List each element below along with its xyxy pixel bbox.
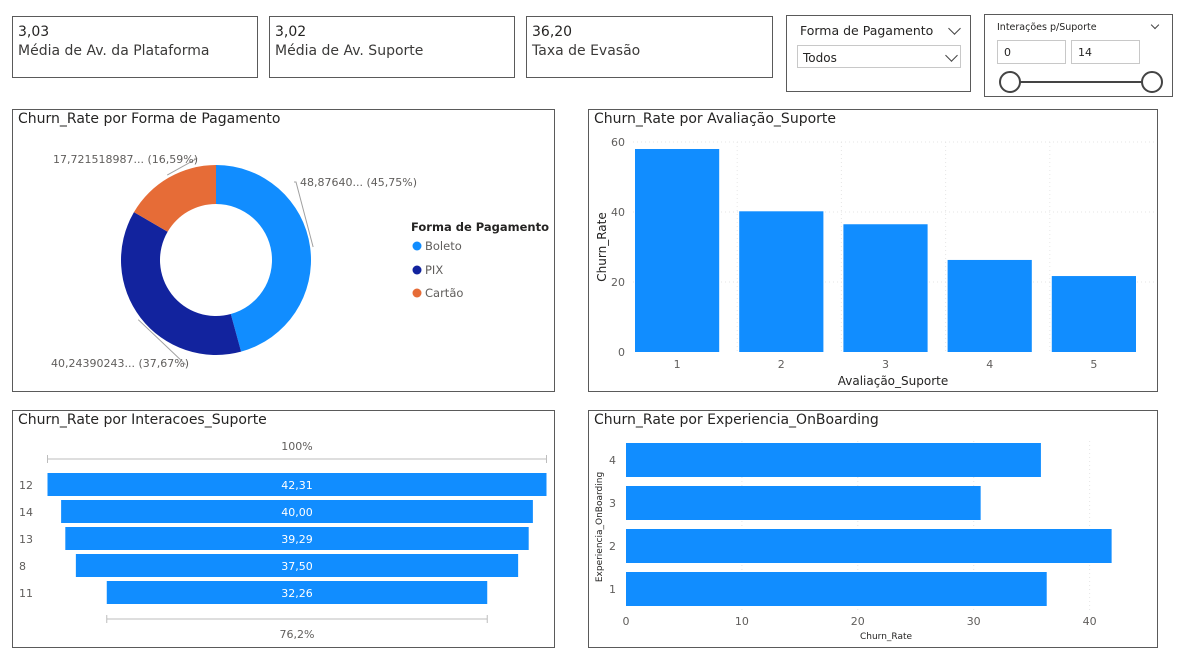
- y-axis-title: Churn_Rate: [595, 212, 609, 281]
- funnel-category-label: 13: [19, 533, 33, 546]
- slicer-title: Forma de Pagamento: [800, 23, 934, 38]
- bar[interactable]: [739, 211, 824, 352]
- horizontal-bar-chart: 4 3 2 1 0 10 20 30 40 Churn_Rate Experiencia_On…: [595, 441, 1112, 642]
- range-min-value: 0: [1004, 46, 1011, 59]
- legend-item-pix[interactable]: PIX: [425, 263, 443, 277]
- dropdown-selected-value: Todos: [803, 51, 837, 65]
- funnel-category-label: 12: [19, 479, 33, 492]
- funnel-value-label: 39,29: [281, 533, 313, 546]
- slice-data-label: 17,721518987... (16,59%): [53, 153, 198, 166]
- kpi-card-support-rating: 3,02 Média de Av. Suporte: [269, 16, 515, 78]
- x-tick-label: 4: [986, 358, 993, 371]
- funnel-value-label: 37,50: [281, 560, 313, 573]
- x-tick-label: 40: [1083, 615, 1097, 628]
- y-tick-label: 1: [609, 583, 616, 596]
- range-max-value: 14: [1078, 46, 1092, 59]
- payment-method-dropdown[interactable]: Todos: [797, 45, 961, 68]
- bar[interactable]: [626, 443, 1041, 477]
- funnel-category-label: 14: [19, 506, 33, 519]
- x-tick-label: 5: [1090, 358, 1097, 371]
- x-tick-label: 1: [674, 358, 681, 371]
- slice-data-label: 48,87640... (45,75%): [300, 176, 417, 189]
- slice-data-label: 40,24390243... (37,67%): [51, 357, 189, 370]
- kpi-value: 3,02: [275, 24, 307, 40]
- bar[interactable]: [626, 529, 1112, 563]
- donut-slice-pix[interactable]: [121, 212, 242, 355]
- kpi-label: Taxa de Evasão: [532, 43, 641, 59]
- x-tick-label: 20: [851, 615, 865, 628]
- y-tick-label: 0: [618, 346, 625, 359]
- onboarding-churn-card: Churn_Rate por Experiencia_OnBoarding 43…: [588, 410, 1158, 648]
- funnel-value-label: 42,31: [281, 479, 313, 492]
- legend-item-cartao[interactable]: Cartão: [425, 286, 463, 300]
- y-tick-label: 20: [611, 276, 625, 289]
- funnel-value-label: 32,26: [281, 587, 313, 600]
- funnel-top-percent: 100%: [281, 440, 312, 453]
- bar[interactable]: [843, 224, 928, 352]
- x-tick-label: 0: [623, 615, 630, 628]
- kpi-card-platform-rating: 3,03 Média de Av. da Plataforma: [12, 16, 258, 78]
- legend-marker-cartao: [412, 288, 422, 298]
- y-tick-label: 60: [611, 136, 625, 149]
- donut-chart: 48,87640... (45,75%) 40,24390243... (37,…: [51, 153, 549, 370]
- kpi-value: 3,03: [18, 24, 50, 40]
- range-min-input[interactable]: 0: [997, 40, 1066, 64]
- x-tick-label: 30: [967, 615, 981, 628]
- funnel-category-label: 11: [19, 587, 33, 600]
- chevron-down-icon: [945, 49, 958, 62]
- x-tick-label: 10: [735, 615, 749, 628]
- bar[interactable]: [1051, 276, 1136, 352]
- funnel-category-label: 8: [19, 560, 26, 573]
- y-tick-label: 2: [609, 540, 616, 553]
- range-min-handle[interactable]: [999, 71, 1021, 93]
- legend-marker-boleto: [412, 241, 422, 251]
- funnel-bottom-percent: 76,2%: [280, 628, 315, 641]
- y-axis-title: Experiencia_OnBoarding: [595, 472, 605, 582]
- support-interactions-funnel-card: Churn_Rate por Interacoes_Suporte 100% 4…: [12, 410, 555, 648]
- legend-item-boleto[interactable]: Boleto: [425, 239, 462, 253]
- x-axis-title: Avaliação_Suporte: [838, 374, 948, 388]
- range-max-input[interactable]: 14: [1071, 40, 1140, 64]
- chevron-down-icon[interactable]: [1150, 20, 1160, 30]
- slicer-title: Interações p/Suporte: [997, 22, 1097, 33]
- legend-marker-pix: [412, 265, 422, 275]
- bar[interactable]: [626, 572, 1047, 606]
- kpi-card-churn-rate: 36,20 Taxa de Evasão: [526, 16, 773, 78]
- range-track[interactable]: [1009, 81, 1152, 83]
- x-axis-title: Churn_Rate: [860, 632, 913, 642]
- y-tick-label: 40: [611, 206, 625, 219]
- y-tick-label: 3: [609, 497, 616, 510]
- payment-method-slicer: Forma de Pagamento Todos: [786, 15, 971, 92]
- range-max-handle[interactable]: [1141, 71, 1163, 93]
- bar[interactable]: [626, 486, 981, 520]
- kpi-value: 36,20: [532, 24, 573, 40]
- payment-churn-donut-card: Churn_Rate por Forma de Pagamento 48,876…: [12, 109, 555, 392]
- kpi-label: Média de Av. Suporte: [275, 43, 424, 59]
- interactions-range-slicer: Interações p/Suporte 0 14: [984, 14, 1173, 97]
- funnel-chart: 100% 42,311240,001439,291337,50832,2611 …: [19, 440, 547, 641]
- x-tick-label: 3: [882, 358, 889, 371]
- bar[interactable]: [635, 149, 720, 352]
- funnel-value-label: 40,00: [281, 506, 313, 519]
- chevron-down-icon[interactable]: [948, 22, 961, 35]
- x-tick-label: 2: [778, 358, 785, 371]
- legend-title: Forma de Pagamento: [411, 220, 549, 234]
- support-rating-churn-card: Churn_Rate por Avaliação_Suporte 0 20 40 60…: [588, 109, 1158, 392]
- bar[interactable]: [947, 259, 1032, 352]
- kpi-label: Média de Av. da Plataforma: [18, 43, 210, 59]
- y-tick-label: 4: [609, 454, 616, 467]
- column-chart: 0 20 40 60 1 2 3 4 5 Avaliação_Suporte Churn_Ra…: [595, 136, 1154, 388]
